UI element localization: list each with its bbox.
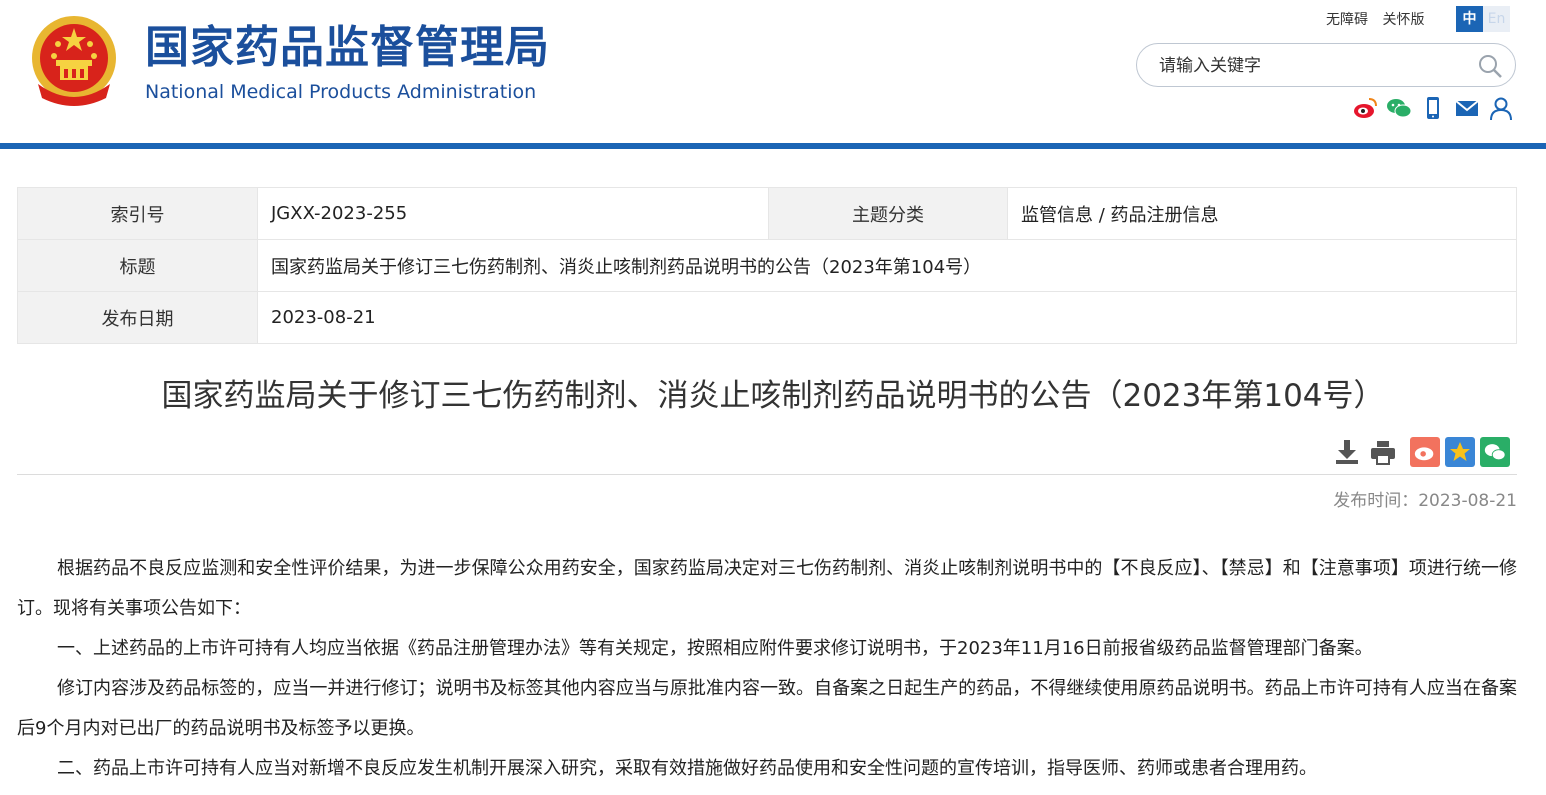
accessibility-link[interactable]: 无障碍 <box>1326 12 1368 28</box>
wechat-icon[interactable] <box>1386 95 1412 121</box>
title-label: 标题 <box>17 239 258 292</box>
share-favorite-icon[interactable] <box>1445 437 1475 467</box>
site-header: 国家药品监督管理局 National Medical Products Admi… <box>0 0 1546 143</box>
mail-icon[interactable] <box>1454 95 1480 121</box>
user-icon[interactable] <box>1488 95 1514 121</box>
search-icon[interactable] <box>1477 53 1503 79</box>
article-paragraph: 二、药品上市许可持有人应当对新增不良反应发生机制开展深入研究，采取有效措施做好药… <box>57 758 1317 779</box>
article-paragraph: 修订内容涉及药品标签的，应当一并进行修订；说明书及标签其他内容应当与原批准内容一… <box>17 678 1517 739</box>
share-weibo-icon[interactable] <box>1410 437 1440 467</box>
mobile-icon[interactable] <box>1420 95 1446 121</box>
lang-zh-button[interactable]: 中 <box>1456 6 1483 32</box>
index-value: JGXX-2023-255 <box>257 187 769 240</box>
topic-value: 监管信息 / 药品注册信息 <box>1007 187 1517 240</box>
site-title[interactable]: 国家药品监督管理局 <box>145 22 550 74</box>
publish-time: 发布时间：2023-08-21 <box>1333 491 1517 511</box>
meta-row: 标题 国家药监局关于修订三七伤药制剂、消炎止咳制剂药品说明书的公告（2023年第… <box>17 239 1517 292</box>
article-paragraph: 根据药品不良反应监测和安全性评价结果，为进一步保障公众用药安全，国家药监局决定对… <box>17 558 1517 619</box>
download-icon[interactable] <box>1333 438 1361 466</box>
topic-label: 主题分类 <box>768 187 1008 240</box>
meta-row: 索引号 JGXX-2023-255 主题分类 监管信息 / 药品注册信息 <box>17 187 1517 240</box>
date-label: 发布日期 <box>17 291 258 344</box>
title-value: 国家药监局关于修订三七伤药制剂、消炎止咳制剂药品说明书的公告（2023年第104… <box>257 239 1517 292</box>
search-input[interactable] <box>1157 52 1471 80</box>
article-paragraph: 一、上述药品的上市许可持有人均应当依据《药品注册管理办法》等有关规定，按照相应附… <box>57 638 1373 659</box>
article-title: 国家药监局关于修订三七伤药制剂、消炎止咳制剂药品说明书的公告（2023年第104… <box>161 378 1385 414</box>
search-box <box>1136 43 1516 87</box>
article-meta-table: 索引号 JGXX-2023-255 主题分类 监管信息 / 药品注册信息 标题 … <box>17 187 1517 344</box>
header-divider <box>0 143 1546 149</box>
national-emblem-icon[interactable] <box>30 14 118 106</box>
index-label: 索引号 <box>17 187 258 240</box>
date-value: 2023-08-21 <box>257 291 1517 344</box>
share-wechat-icon[interactable] <box>1480 437 1510 467</box>
site-title-english[interactable]: National Medical Products Administration <box>145 80 536 104</box>
language-switch: 中 En <box>1456 6 1510 32</box>
care-mode-link[interactable]: 关怀版 <box>1382 12 1424 28</box>
title-divider <box>17 474 1517 475</box>
social-links <box>1352 95 1514 121</box>
meta-row: 发布日期 2023-08-21 <box>17 291 1517 344</box>
top-links: 无障碍 关怀版 <box>1326 9 1434 29</box>
weibo-icon[interactable] <box>1352 95 1378 121</box>
article-body: 根据药品不良反应监测和安全性评价结果，为进一步保障公众用药安全，国家药监局决定对… <box>17 549 1517 789</box>
print-icon[interactable] <box>1369 438 1397 466</box>
article-tools <box>1333 437 1510 467</box>
lang-en-button[interactable]: En <box>1483 6 1510 32</box>
